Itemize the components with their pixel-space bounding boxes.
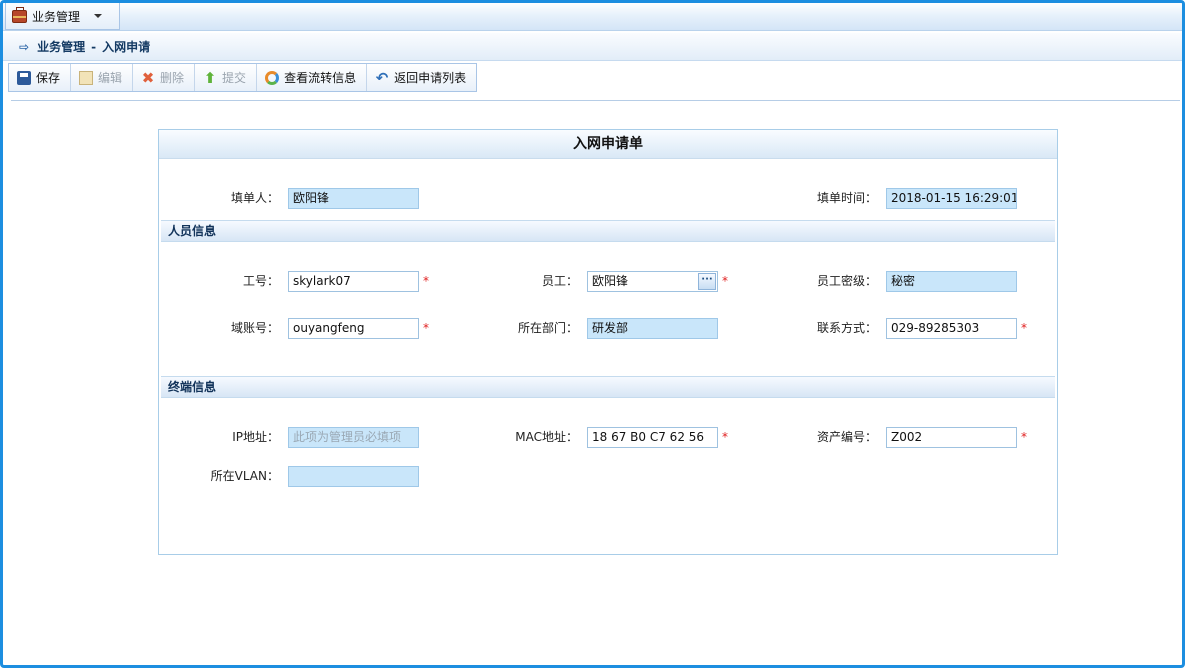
lookup-button[interactable]: ··· [698, 273, 716, 290]
breadcrumb-separator: - [91, 39, 97, 54]
asset-no-input[interactable]: Z002 [886, 427, 1017, 448]
breadcrumb-page: 入网申请 [102, 40, 151, 54]
asset-no-label: 资产编号： [816, 430, 877, 444]
job-no-input[interactable]: skylark07 [288, 271, 419, 292]
person-info-section: 人员信息 [161, 220, 1055, 242]
arrow-up-icon: ⬆ [203, 68, 217, 87]
vlan-field[interactable] [288, 466, 419, 487]
required-mark: * [1021, 430, 1027, 444]
domain-account-label: 域账号： [230, 321, 279, 335]
mac-input[interactable]: 18 67 B0 C7 62 56 [587, 427, 718, 448]
required-mark: * [722, 430, 728, 444]
delete-button[interactable]: ✖ 删除 [133, 64, 196, 91]
save-button[interactable]: 保存 [9, 64, 72, 91]
application-form: 入网申请单 填单人： 欧阳锋 填单时间： 2018-01-15 16:29:01… [158, 129, 1058, 555]
submit-button[interactable]: ⬆ 提交 [195, 64, 258, 91]
department-label: 所在部门： [517, 321, 578, 335]
employee-input[interactable]: 欧阳锋 ··· [587, 271, 718, 292]
terminal-info-section: 终端信息 [161, 376, 1055, 398]
required-mark: * [722, 274, 728, 288]
menu-bar: 业务管理 [3, 3, 1182, 31]
back-to-list-button[interactable]: ↶ 返回申请列表 [367, 64, 476, 91]
department-field: 研发部 [587, 318, 718, 339]
ip-field[interactable]: 此项为管理员必填项 [288, 427, 419, 448]
employee-label: 员工： [541, 274, 578, 288]
breadcrumb: ⇨ 业务管理 - 入网申请 [3, 33, 1182, 61]
breadcrumb-module[interactable]: 业务管理 [37, 38, 85, 55]
edit-label: 编辑 [98, 71, 123, 85]
menu-label: 业务管理 [32, 9, 81, 24]
mac-label: MAC地址： [515, 430, 578, 444]
fill-time-label: 填单时间： [816, 191, 877, 205]
vlan-label: 所在VLAN： [210, 469, 279, 483]
contact-input[interactable]: 029-89285303 [886, 318, 1017, 339]
ip-label: IP地址： [232, 430, 279, 444]
edit-button[interactable]: 编辑 [71, 64, 134, 91]
employee-value: 欧阳锋 [592, 274, 629, 288]
business-menu-button[interactable]: 业务管理 [5, 3, 120, 30]
view-flow-button[interactable]: 查看流转信息 [257, 64, 368, 91]
required-mark: * [1021, 321, 1027, 335]
job-no-label: 工号： [242, 274, 279, 288]
required-mark: * [423, 321, 429, 335]
arrow-right-icon: ⇨ [19, 39, 30, 54]
view-flow-label: 查看流转信息 [284, 71, 357, 85]
delete-label: 删除 [160, 71, 185, 85]
delete-icon: ✖ [141, 68, 155, 87]
security-level-label: 员工密级： [816, 274, 877, 288]
submit-label: 提交 [222, 71, 247, 85]
save-label: 保存 [36, 71, 61, 85]
content-divider [11, 100, 1180, 102]
refresh-cycle-icon [265, 70, 280, 85]
required-mark: * [423, 274, 429, 288]
filler-label: 填单人： [230, 191, 279, 205]
chevron-down-icon [94, 14, 103, 18]
domain-account-input[interactable]: ouyangfeng [288, 318, 419, 339]
toolbar: 保存 编辑 ✖ 删除 ⬆ 提交 查看流转信息 ↶ 返回申请列表 [8, 63, 478, 92]
fill-time-field: 2018-01-15 16:29:01 [886, 188, 1017, 209]
contact-label: 联系方式： [816, 321, 877, 335]
briefcase-icon [12, 6, 27, 23]
undo-icon: ↶ [375, 68, 389, 87]
app-frame: 业务管理 ⇨ 业务管理 - 入网申请 保存 编辑 ✖ 删除 ⬆ 提交 查看流转信… [0, 0, 1185, 668]
filler-field: 欧阳锋 [288, 188, 419, 209]
security-level-field: 秘密 [886, 271, 1017, 292]
edit-icon [79, 70, 94, 85]
form-title: 入网申请单 [159, 130, 1057, 159]
back-to-list-label: 返回申请列表 [394, 71, 467, 85]
save-icon [17, 70, 31, 85]
